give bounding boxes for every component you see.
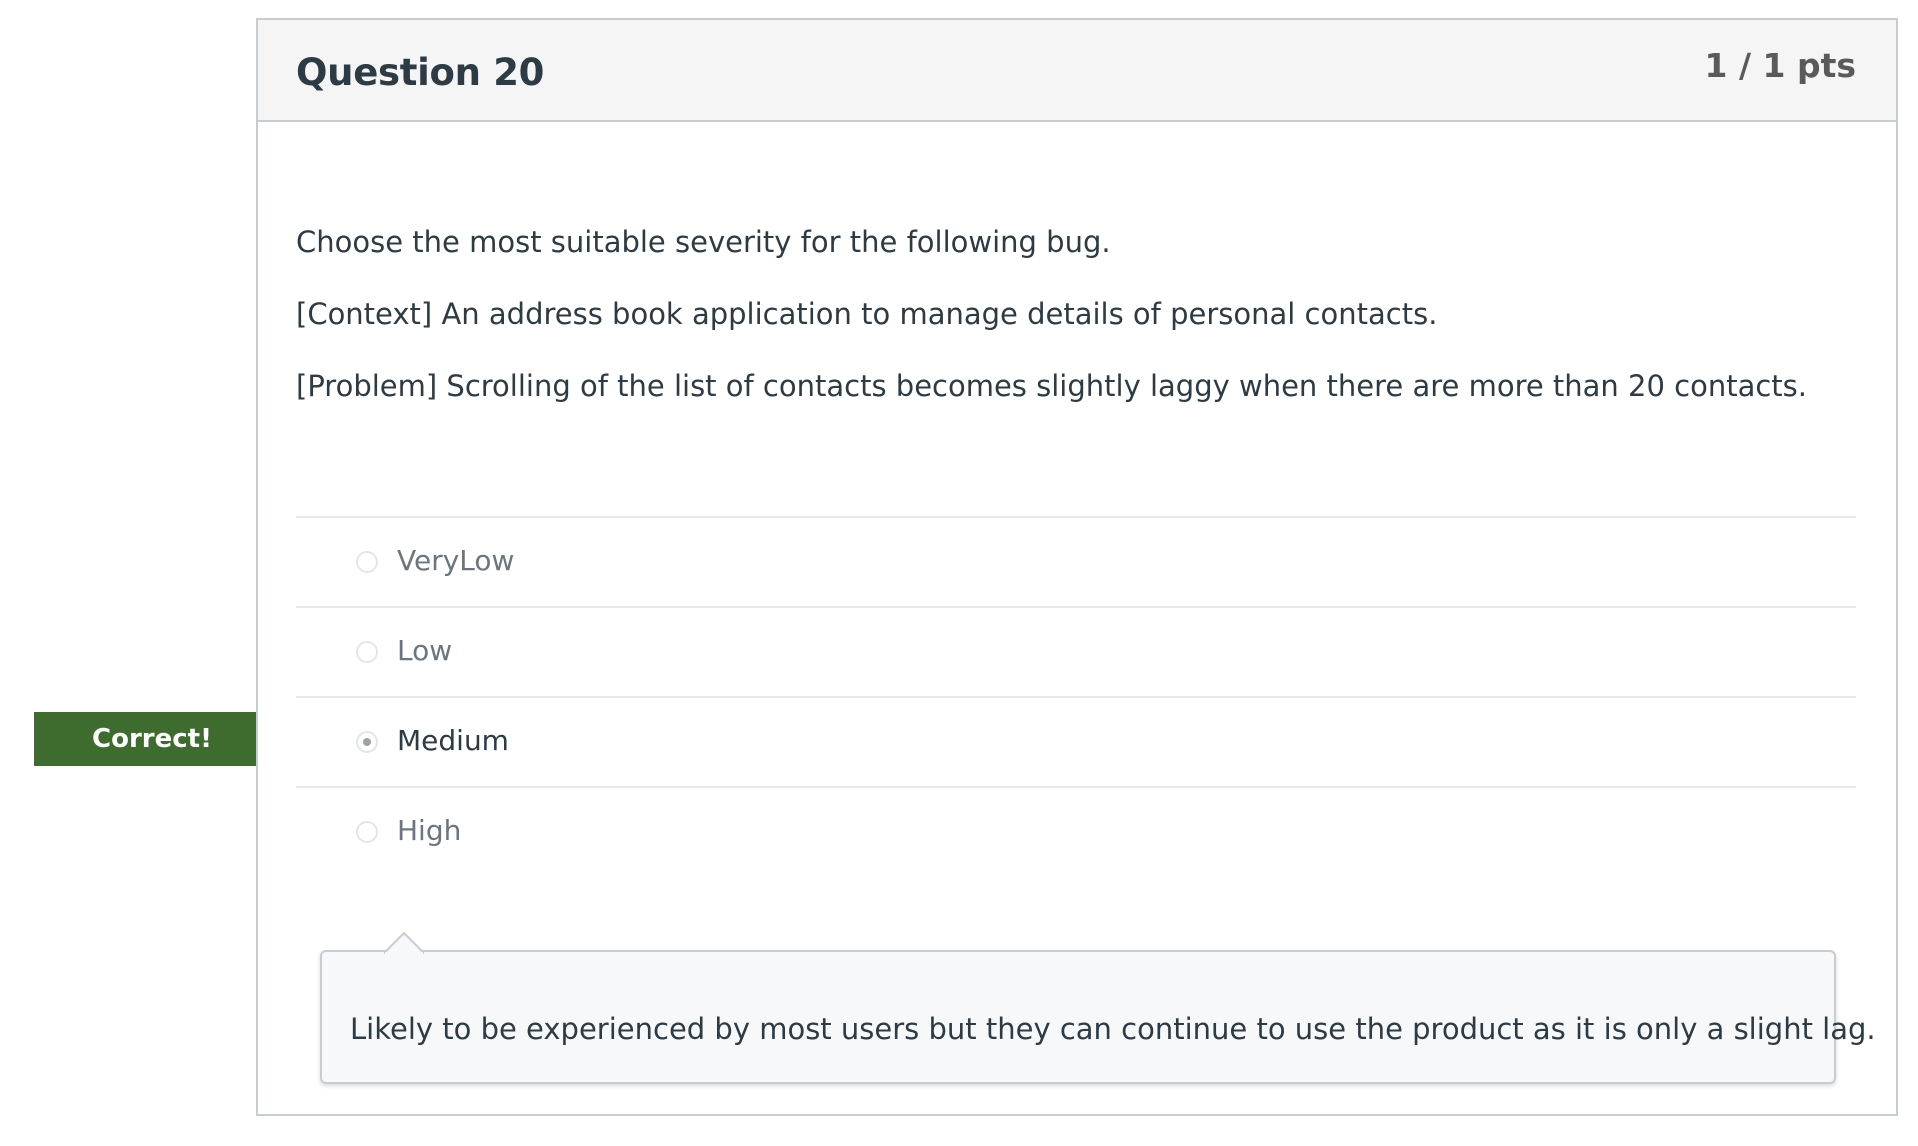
- answer-label: High: [397, 814, 462, 847]
- answer-label: Low: [397, 634, 453, 667]
- answer-option-verylow[interactable]: VeryLow: [296, 518, 1856, 608]
- answer-option-medium[interactable]: Medium: [296, 698, 1856, 788]
- feedback-text: Likely to be experienced by most users b…: [350, 1012, 1876, 1046]
- correct-answer-banner: Correct!: [34, 712, 288, 766]
- radio-button[interactable]: [356, 641, 378, 663]
- question-instruction: Choose the most suitable severity for th…: [296, 225, 1111, 259]
- question-header: Question 20 1 / 1 pts: [258, 20, 1896, 122]
- question-context: [Context] An address book application to…: [296, 297, 1438, 331]
- feedback-pointer: [384, 932, 424, 954]
- question-card: Question 20 1 / 1 pts Choose the most su…: [256, 18, 1898, 1116]
- answer-option-low[interactable]: Low: [296, 608, 1856, 698]
- question-text: Choose the most suitable severity for th…: [296, 206, 1856, 422]
- answer-label: Medium: [397, 724, 509, 757]
- correct-label: Correct!: [92, 724, 212, 754]
- answer-list: VeryLow Low Medium High: [296, 516, 1856, 878]
- answer-option-high[interactable]: High: [296, 788, 1856, 878]
- radio-button[interactable]: [356, 551, 378, 573]
- radio-button[interactable]: [356, 821, 378, 843]
- radio-button-selected[interactable]: [356, 731, 378, 753]
- question-points: 1 / 1 pts: [1704, 46, 1856, 85]
- question-title: Question 20: [296, 51, 545, 94]
- question-problem: [Problem] Scrolling of the list of conta…: [296, 369, 1808, 403]
- answer-feedback: Likely to be experienced by most users b…: [320, 932, 1876, 1084]
- answer-label: VeryLow: [397, 544, 515, 577]
